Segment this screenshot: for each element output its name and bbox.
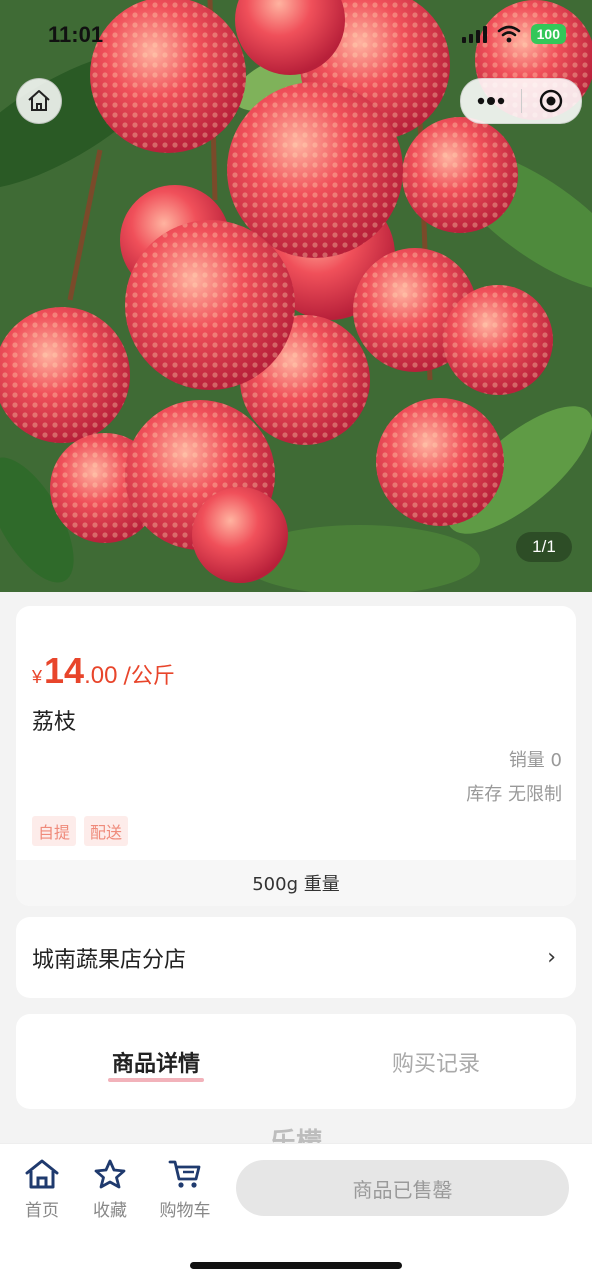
product-info-card: ¥ 14 .00 /公斤 荔枝 销量 0 库存 无限制 自提 配送 500g 重… — [16, 606, 576, 906]
store-entry[interactable]: 城南蔬果店分店 › — [16, 917, 576, 998]
bottom-action-bar: 首页 收藏 购物车 商品已售罄 — [0, 1143, 592, 1281]
nav-favorite[interactable]: 收藏 — [80, 1158, 140, 1221]
store-name: 城南蔬果店分店 — [32, 947, 187, 973]
tag-delivery: 配送 — [84, 816, 129, 846]
more-icon — [477, 97, 504, 105]
cart-icon — [168, 1160, 201, 1188]
miniprogram-capsule — [460, 78, 582, 124]
product-spec: 500g 重量 — [16, 860, 576, 906]
delivery-tags: 自提 配送 — [32, 816, 129, 846]
product-name: 荔枝 — [32, 710, 77, 735]
star-icon — [94, 1159, 126, 1189]
home-icon — [28, 90, 50, 111]
nav-home[interactable]: 首页 — [12, 1158, 72, 1221]
image-counter: 1/1 — [516, 532, 572, 562]
close-miniprogram-button[interactable] — [521, 79, 581, 123]
sales-count: 销量 0 — [508, 750, 562, 771]
chevron-right-icon: › — [547, 945, 556, 970]
sold-out-button[interactable]: 商品已售罄 — [236, 1160, 569, 1216]
tab-purchase-records[interactable]: 购买记录 — [296, 1046, 576, 1078]
price-decimal: .00 — [84, 662, 118, 689]
active-tab-indicator — [108, 1077, 204, 1082]
battery-indicator: 100 — [530, 24, 566, 44]
wifi-icon — [497, 25, 520, 43]
stock-info: 库存 无限制 — [466, 784, 562, 805]
detail-tabs: 商品详情 购买记录 — [16, 1014, 576, 1109]
home-icon — [25, 1159, 59, 1189]
currency-symbol: ¥ — [32, 667, 43, 687]
tab-product-details[interactable]: 商品详情 — [16, 1046, 296, 1082]
nav-home-label: 首页 — [25, 1201, 59, 1221]
status-bar: 11:01 100 — [0, 0, 592, 70]
home-indicator — [190, 1262, 402, 1269]
tab-label: 购买记录 — [391, 1051, 480, 1077]
target-icon — [540, 89, 563, 113]
nav-cart-label: 购物车 — [159, 1201, 211, 1221]
price-unit: /公斤 — [123, 664, 175, 689]
status-time: 11:01 — [48, 22, 104, 47]
status-icons: 100 — [461, 24, 566, 44]
more-button[interactable] — [461, 79, 521, 123]
signal-icon — [461, 25, 487, 43]
home-button[interactable] — [16, 78, 62, 124]
price-integer: 14 — [44, 650, 85, 691]
nav-cart[interactable]: 购物车 — [155, 1158, 215, 1221]
product-price: ¥ 14 .00 /公斤 — [32, 650, 175, 692]
tab-label: 商品详情 — [111, 1051, 200, 1077]
nav-favorite-label: 收藏 — [93, 1201, 127, 1221]
tag-pickup: 自提 — [32, 816, 77, 846]
